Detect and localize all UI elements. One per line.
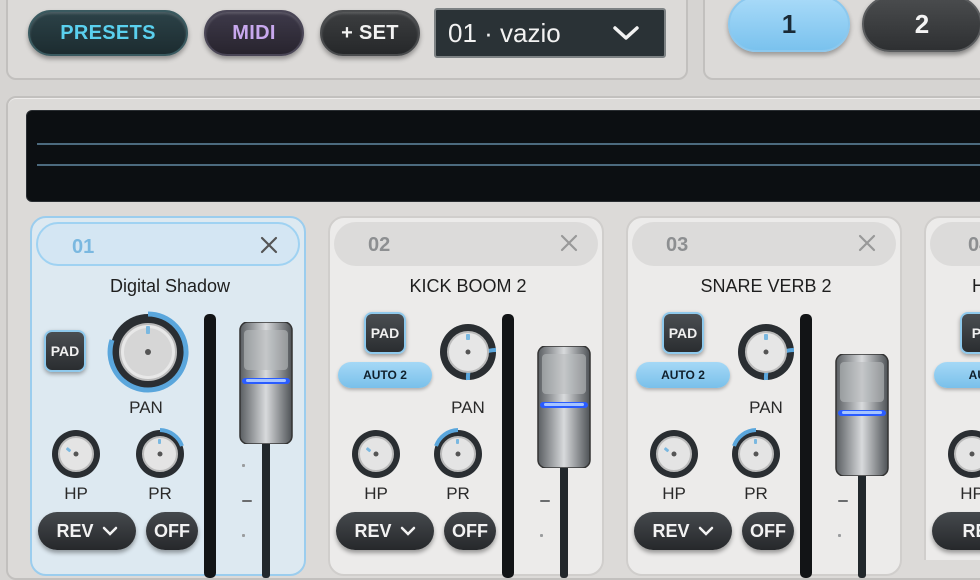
- hp-knob[interactable]: [350, 428, 402, 480]
- fader-tick: [242, 500, 252, 502]
- off-button[interactable]: OFF: [742, 512, 794, 550]
- pan-label: PAN: [129, 398, 163, 417]
- channel-number: 04: [968, 234, 980, 256]
- channel-header: 02: [334, 222, 598, 266]
- presets-button[interactable]: PRESETS: [28, 10, 188, 56]
- channel-strip[interactable]: 04 H PA AUT HP REV: [924, 216, 980, 560]
- close-icon[interactable]: [260, 236, 278, 254]
- auto-button[interactable]: AUTO 2: [636, 362, 730, 388]
- fader-tick: [242, 464, 245, 467]
- hp-label: HP: [364, 484, 388, 503]
- chevron-down-icon: [400, 526, 415, 536]
- fader-track: [262, 428, 270, 578]
- pr-knob[interactable]: [134, 428, 186, 480]
- pr-label: PR: [446, 484, 470, 503]
- pan-label: PAN: [451, 398, 485, 417]
- channel-strip-clip: 04 H PA AUT HP REV: [924, 216, 980, 560]
- pan-label: PAN: [749, 398, 783, 417]
- close-icon[interactable]: [560, 234, 578, 252]
- rev-label: REV: [652, 520, 690, 541]
- close-icon[interactable]: [858, 234, 876, 252]
- hp-knob[interactable]: [946, 428, 980, 480]
- fader-tick: [838, 500, 848, 502]
- add-set-button[interactable]: + SET: [320, 10, 420, 56]
- hp-label: HP: [960, 484, 980, 503]
- channel-name: KICK BOOM 2: [409, 276, 527, 296]
- fader-tick: [540, 500, 550, 502]
- channel-header: 04: [930, 222, 980, 266]
- level-meter: [502, 314, 514, 578]
- hp-label: HP: [662, 484, 686, 503]
- fader-track: [560, 458, 568, 578]
- channel-header: 03: [632, 222, 896, 266]
- level-meter: [204, 314, 216, 578]
- pad-button[interactable]: PAD: [44, 330, 86, 372]
- rev-label: REV: [354, 520, 392, 541]
- rev-dropdown[interactable]: REV: [38, 512, 136, 550]
- waveform-line: [37, 143, 980, 145]
- rev-dropdown[interactable]: REV: [932, 512, 980, 550]
- pan-knob[interactable]: [106, 310, 190, 394]
- rev-dropdown[interactable]: REV: [634, 512, 732, 550]
- fader-tick: [242, 534, 245, 537]
- preset-select-value: 01 · vazio: [448, 17, 561, 48]
- channel-name: H: [972, 276, 980, 296]
- pan-knob[interactable]: [736, 322, 796, 382]
- pad-button[interactable]: PA: [960, 312, 980, 354]
- fader-track: [858, 468, 866, 578]
- hp-knob[interactable]: [50, 428, 102, 480]
- channel-number: 03: [666, 234, 689, 256]
- channel-number: 01: [72, 236, 95, 258]
- channel-name: SNARE VERB 2: [700, 276, 832, 296]
- rev-label: REV: [962, 520, 980, 541]
- hp-knob[interactable]: [648, 428, 700, 480]
- rev-dropdown[interactable]: REV: [336, 512, 434, 550]
- channel-strip[interactable]: 01 Digital Shadow PAD PAN HP PR REV OFF: [30, 216, 306, 578]
- volume-fader[interactable]: [238, 322, 294, 444]
- pr-knob[interactable]: [432, 428, 484, 480]
- bank-1-button[interactable]: 1: [728, 0, 850, 52]
- level-meter: [800, 314, 812, 578]
- midi-button[interactable]: MIDI: [204, 10, 304, 56]
- auto-button[interactable]: AUT: [934, 362, 980, 388]
- volume-fader[interactable]: [536, 346, 592, 468]
- pad-button[interactable]: PAD: [364, 312, 406, 354]
- channel-strip[interactable]: 02 KICK BOOM 2 PAD AUTO 2 PAN HP PR REV …: [328, 216, 604, 578]
- bank-2-button[interactable]: 2: [862, 0, 980, 52]
- pan-knob[interactable]: [438, 322, 498, 382]
- off-button[interactable]: OFF: [146, 512, 198, 550]
- pr-label: PR: [148, 484, 172, 503]
- chevron-down-icon: [698, 526, 713, 536]
- auto-button[interactable]: AUTO 2: [338, 362, 432, 388]
- chevron-down-icon: [613, 26, 639, 40]
- pr-knob[interactable]: [730, 428, 782, 480]
- waveform-line: [37, 164, 980, 166]
- channel-strip[interactable]: 03 SNARE VERB 2 PAD AUTO 2 PAN HP PR REV…: [626, 216, 902, 578]
- off-button[interactable]: OFF: [444, 512, 496, 550]
- hp-label: HP: [64, 484, 88, 503]
- channel-header: 01: [36, 222, 300, 266]
- volume-fader[interactable]: [834, 354, 890, 476]
- fader-tick: [540, 534, 543, 537]
- fader-tick: [838, 534, 841, 537]
- pad-button[interactable]: PAD: [662, 312, 704, 354]
- waveform-display: [26, 110, 980, 202]
- channel-number: 02: [368, 234, 391, 256]
- pr-label: PR: [744, 484, 768, 503]
- preset-select[interactable]: 01 · vazio: [434, 8, 666, 58]
- chevron-down-icon: [102, 526, 117, 536]
- channel-name: Digital Shadow: [109, 276, 231, 296]
- rev-label: REV: [56, 520, 94, 541]
